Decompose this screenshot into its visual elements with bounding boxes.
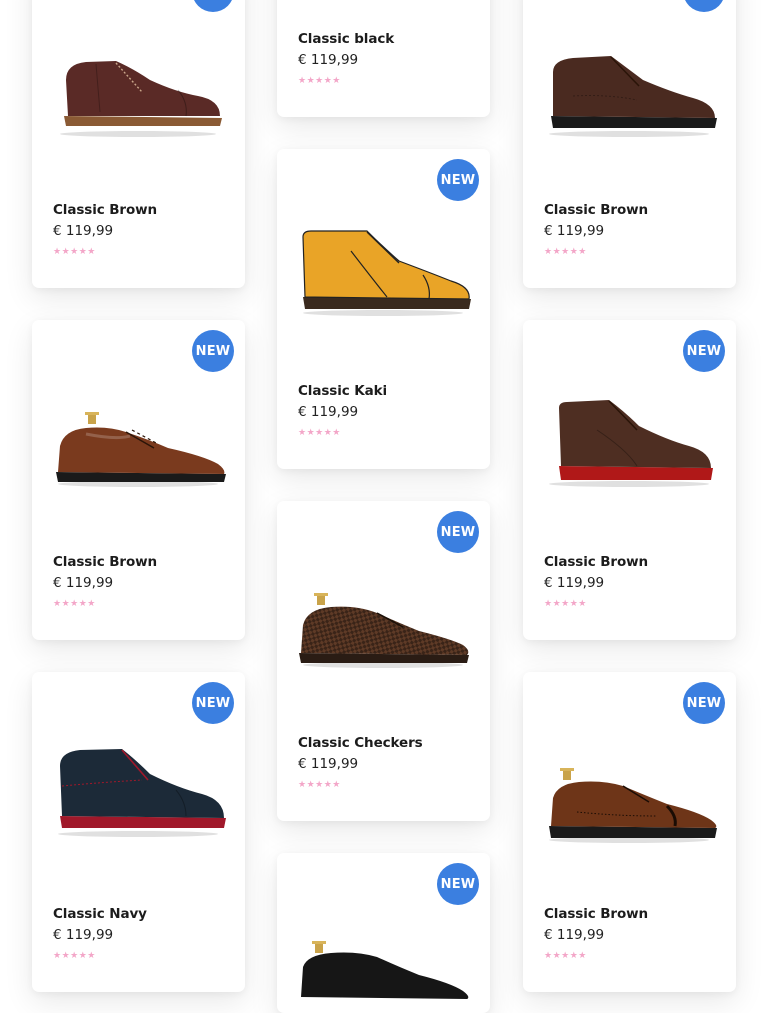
new-badge: NEW (683, 330, 725, 372)
product-image (46, 400, 231, 510)
brown-chukka-boot-icon (60, 61, 222, 137)
product-name: Classic Checkers (298, 735, 423, 751)
product-name: Classic Brown (544, 554, 649, 570)
rating-stars: ★★★★★ (544, 598, 587, 608)
rating-stars: ★★★★★ (298, 427, 341, 437)
product-image (46, 736, 231, 846)
product-image (537, 390, 722, 500)
new-badge: NEW (192, 0, 234, 12)
product-card-classic-kaki[interactable]: NEW Classic Kaki € 119,99 ★★★★★ (277, 149, 490, 469)
product-card-classic-navy[interactable]: NEW Classic Navy € 119,99 ★★★★★ (32, 672, 245, 992)
yellow-chukka-boot-icon (302, 230, 471, 316)
product-price: € 119,99 (298, 756, 359, 772)
new-badge: NEW (683, 682, 725, 724)
product-price: € 119,99 (544, 927, 605, 943)
product-card-classic-brown-4[interactable]: NEW Classic Brown € 119,99 ★★★★★ (32, 320, 245, 640)
product-image (291, 585, 476, 695)
product-name: Classic Brown (544, 906, 649, 922)
product-image (46, 30, 231, 140)
product-price: € 119,99 (544, 575, 605, 591)
product-card-classic-brown-3[interactable]: NEW Classic Brown € 119,99 ★★★★★ (523, 0, 736, 288)
product-name: Classic black (298, 31, 395, 47)
product-image (537, 764, 722, 874)
product-image (537, 36, 722, 146)
rating-stars: ★★★★★ (544, 950, 587, 960)
rating-stars: ★★★★★ (298, 75, 341, 85)
brown-brogue-shoe-icon (549, 768, 717, 843)
product-price: € 119,99 (53, 927, 114, 943)
product-card-classic-checkers[interactable]: NEW Classic Checkers € 119,99 ★★★★★ (277, 501, 490, 821)
product-card-classic-brown-1[interactable]: NEW Classic Brown € 119,99 ★★★★★ (32, 0, 245, 288)
product-image (291, 937, 476, 1013)
brown-chukka-boot-icon (549, 56, 717, 137)
rating-stars: ★★★★★ (298, 779, 341, 789)
new-badge: NEW (683, 0, 725, 12)
new-badge: NEW (192, 682, 234, 724)
product-name: Classic Navy (53, 906, 147, 922)
new-badge: NEW (192, 330, 234, 372)
new-badge: NEW (437, 863, 479, 905)
rating-stars: ★★★★★ (53, 598, 96, 608)
product-card-classic-black[interactable]: Classic black € 119,99 ★★★★★ (277, 0, 490, 117)
product-card-black-oxford[interactable]: NEW (277, 853, 490, 1013)
product-name: Classic Kaki (298, 383, 388, 399)
black-oxford-shoe-icon (301, 941, 469, 999)
rating-stars: ★★★★★ (53, 246, 96, 256)
product-price: € 119,99 (298, 404, 359, 420)
product-card-classic-brown-6[interactable]: NEW Classic Brown € 119,99 ★★★★★ (523, 320, 736, 640)
brown-chukka-boot-icon (549, 400, 713, 487)
new-badge: NEW (437, 159, 479, 201)
product-price: € 119,99 (298, 52, 359, 68)
new-badge: NEW (437, 511, 479, 553)
navy-chukka-boot-icon (58, 749, 226, 837)
product-price: € 119,99 (53, 575, 114, 591)
product-name: Classic Brown (544, 202, 649, 218)
product-name: Classic Brown (53, 202, 158, 218)
brown-oxford-shoe-icon (56, 412, 226, 487)
woven-derby-shoe-icon (299, 593, 469, 668)
product-name: Classic Brown (53, 554, 158, 570)
product-image (291, 221, 476, 331)
product-price: € 119,99 (53, 223, 114, 239)
rating-stars: ★★★★★ (544, 246, 587, 256)
product-price: € 119,99 (544, 223, 605, 239)
rating-stars: ★★★★★ (53, 950, 96, 960)
product-card-classic-brown-9[interactable]: NEW Classic Brown € 119,99 ★★★★★ (523, 672, 736, 992)
